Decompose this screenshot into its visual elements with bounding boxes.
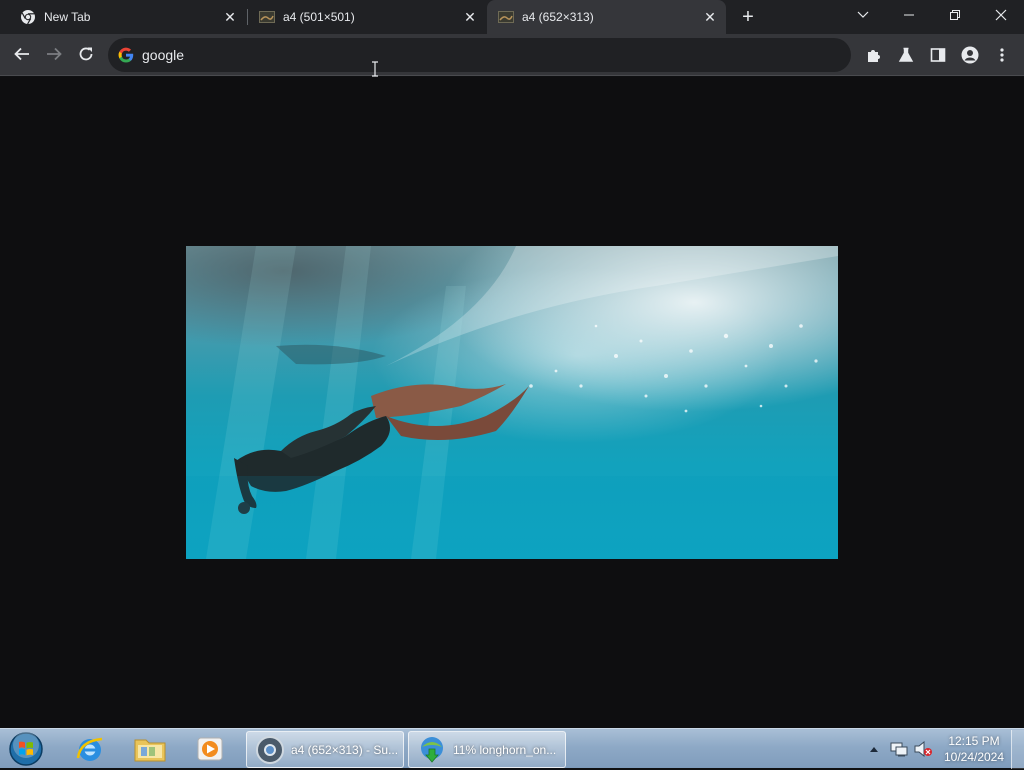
menu-icon[interactable] (988, 41, 1016, 69)
show-hidden-icons-arrow[interactable] (866, 733, 882, 765)
tab-title: a4 (501×501) (283, 10, 355, 24)
chrome-icon (255, 735, 285, 765)
file-explorer-icon[interactable] (124, 731, 176, 767)
chrome-icon (20, 9, 36, 25)
labs-flask-icon[interactable] (892, 41, 920, 69)
tab-title: a4 (652×313) (522, 10, 594, 24)
tab-a4-501[interactable]: a4 (501×501) ✕ (248, 0, 486, 34)
forward-icon[interactable] (39, 39, 69, 69)
media-player-icon[interactable] (184, 731, 236, 767)
tab-close-icon[interactable]: ✕ (460, 7, 480, 27)
text-cursor-icon (371, 61, 379, 77)
show-desktop-button[interactable] (1011, 730, 1024, 769)
minimize-icon[interactable] (886, 0, 932, 30)
close-window-icon[interactable] (978, 0, 1024, 30)
page-viewport (0, 77, 1024, 728)
taskbar-task-download[interactable]: 11% longhorn_on... (408, 731, 566, 768)
windows-taskbar: a4 (652×313) - Su... 11% longhorn_on... … (0, 728, 1024, 769)
taskbar-task-chrome[interactable]: a4 (652×313) - Su... (246, 731, 404, 768)
new-tab-button[interactable]: + (736, 5, 760, 29)
google-g-icon (118, 47, 134, 63)
volume-muted-icon[interactable] (912, 733, 934, 765)
tab-close-icon[interactable]: ✕ (220, 7, 240, 27)
internet-explorer-icon[interactable] (64, 731, 116, 767)
side-panel-icon[interactable] (924, 41, 952, 69)
image-thumbnail-icon (498, 9, 514, 25)
system-clock[interactable]: 12:15 PM 10/24/2024 (940, 733, 1008, 765)
address-bar[interactable] (108, 38, 851, 72)
tab-strip: New Tab ✕ a4 (501×501) ✕ a4 (652×313) ✕ … (0, 0, 1024, 34)
reload-icon[interactable] (71, 39, 101, 69)
restore-icon[interactable] (932, 0, 978, 30)
extensions-icon[interactable] (860, 41, 888, 69)
task-label: a4 (652×313) - Su... (291, 742, 399, 757)
clock-time: 12:15 PM (948, 734, 1000, 748)
tab-title: New Tab (44, 10, 91, 24)
network-icon[interactable] (888, 733, 910, 765)
tab-search-chevron-icon[interactable] (840, 0, 886, 30)
image-thumbnail-icon (259, 9, 275, 25)
download-manager-icon (417, 735, 447, 765)
tab-new-tab[interactable]: New Tab ✕ (0, 0, 246, 34)
clock-date: 10/24/2024 (943, 750, 1005, 764)
task-label: 11% longhorn_on... (453, 742, 557, 757)
start-orb-icon[interactable] (6, 730, 46, 768)
tab-close-icon[interactable]: ✕ (700, 7, 720, 27)
back-icon[interactable] (7, 39, 37, 69)
underwater-freediver-photo[interactable] (186, 246, 838, 559)
browser-toolbar (0, 34, 1024, 76)
profile-icon[interactable] (956, 41, 984, 69)
address-input[interactable] (142, 47, 742, 63)
tab-a4-652-active[interactable]: a4 (652×313) ✕ (487, 0, 726, 34)
